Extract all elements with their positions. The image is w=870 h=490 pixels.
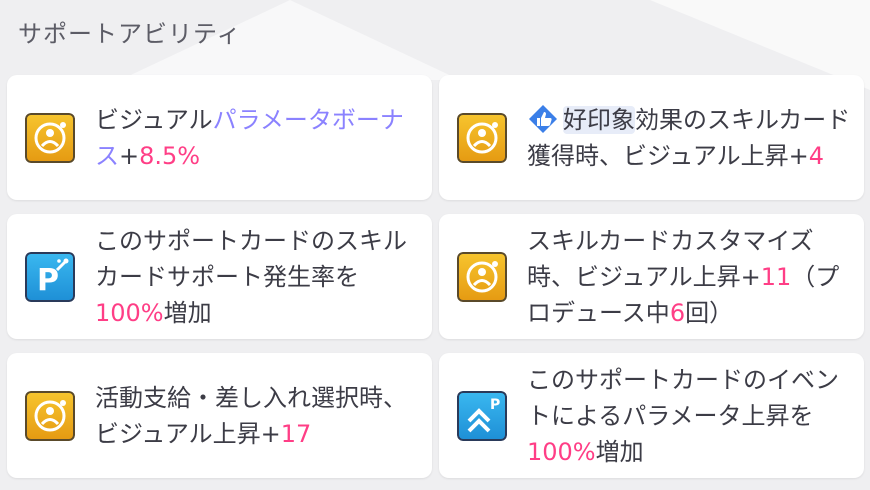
ability-description: スキルカードカスタマイズ時、ビジュアル上昇+11（プロデュース中6回） bbox=[527, 226, 840, 327]
visual-bonus-icon bbox=[457, 251, 507, 302]
ability-description: 活動支給・差し入れ選択時、ビジュアル上昇+17 bbox=[95, 383, 407, 448]
visual-bonus-icon bbox=[457, 112, 507, 163]
visual-bonus-icon bbox=[25, 112, 75, 163]
svg-text:P: P bbox=[37, 263, 59, 298]
ability-description: ビジュアルパラメータボーナス+8.5% bbox=[95, 105, 404, 170]
visual-bonus-icon bbox=[25, 390, 75, 441]
ability-card-skill-customize-visual[interactable]: スキルカードカスタマイズ時、ビジュアル上昇+11（プロデュース中6回） bbox=[439, 214, 864, 339]
svg-text:P: P bbox=[490, 397, 500, 413]
ability-card-skill-support-rate[interactable]: P このサポートカードのスキルカードサポート発生率を100%増加 bbox=[7, 214, 432, 339]
ability-card-visual-parameter-bonus[interactable]: ビジュアルパラメータボーナス+8.5% bbox=[7, 75, 432, 200]
ability-description: このサポートカードのスキルカードサポート発生率を100%増加 bbox=[95, 226, 407, 327]
ability-card-event-parameter-up[interactable]: P このサポートカードのイベントによるパラメータ上昇を100%増加 bbox=[439, 353, 864, 478]
thumbs-up-icon bbox=[527, 104, 559, 134]
ability-description: このサポートカードのイベントによるパラメータ上昇を100%増加 bbox=[527, 365, 839, 466]
event-param-up-icon: P bbox=[457, 390, 507, 441]
ability-description: 好印象効果のスキルカード獲得時、ビジュアル上昇+4 bbox=[527, 104, 851, 170]
support-p-icon: P bbox=[25, 251, 75, 302]
section-title: サポートアビリティ bbox=[18, 20, 242, 48]
ability-card-activity-supply-visual[interactable]: 活動支給・差し入れ選択時、ビジュアル上昇+17 bbox=[7, 353, 432, 478]
ability-card-good-impression-visual[interactable]: 好印象効果のスキルカード獲得時、ビジュアル上昇+4 bbox=[439, 75, 864, 200]
